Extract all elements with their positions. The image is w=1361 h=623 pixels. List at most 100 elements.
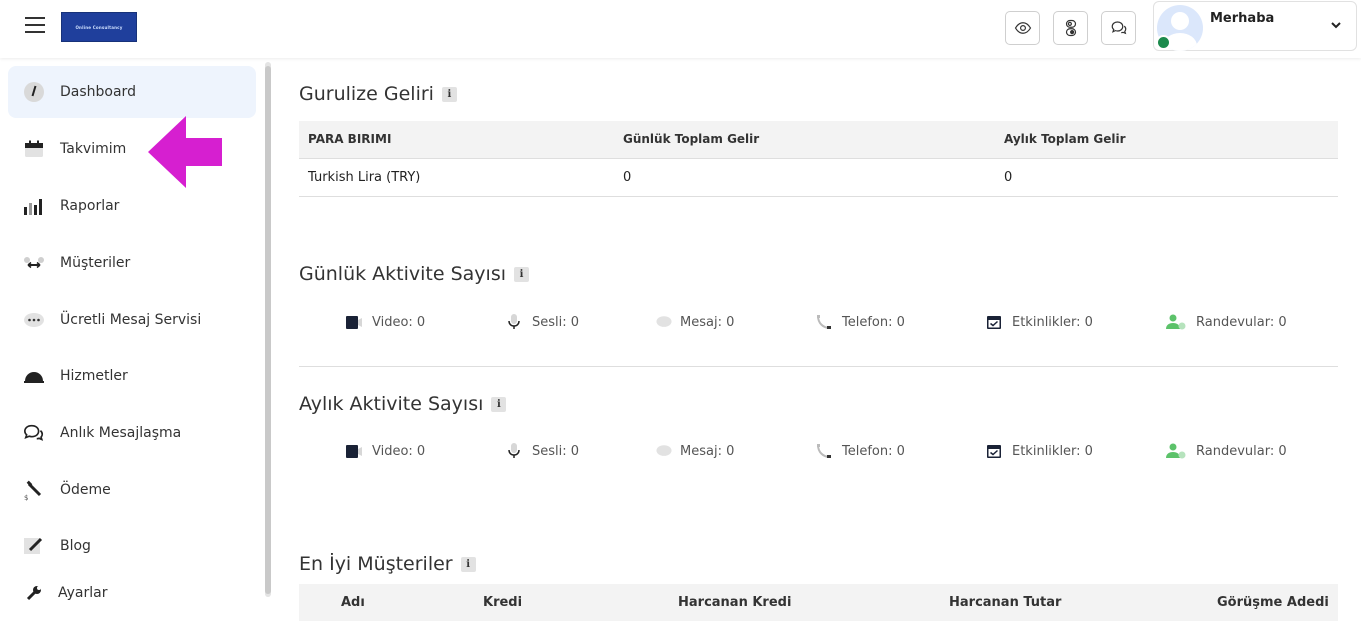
greeting-text: Merhaba — [1210, 11, 1275, 26]
services-icon — [22, 364, 46, 388]
monthly-activity-row: Video: 0 Sesli: 0 Mesaj: 0 Telefon: 0 Et… — [346, 443, 1287, 459]
column-header: Harcanan Tutar — [949, 595, 1062, 610]
message-bubble-icon — [656, 314, 672, 330]
sidebar-item-dashboard[interactable]: Dashboard — [8, 66, 256, 118]
online-status-dot — [1156, 35, 1171, 50]
message-bubble-icon — [656, 443, 672, 459]
chevron-down-icon[interactable] — [1330, 19, 1342, 35]
table-cell: 0 — [995, 158, 1338, 197]
sidebar-item-hizmetler[interactable]: Hizmetler — [8, 350, 256, 402]
section-title-text: Aylık Aktivite Sayısı — [299, 393, 484, 415]
activity-label: Sesli: 0 — [532, 314, 580, 330]
column-header: Adı — [341, 595, 365, 610]
sidebar-item-label: Blog — [60, 538, 91, 554]
instant-chat-icon — [22, 421, 46, 445]
activity-video: Video: 0 — [346, 314, 506, 330]
activity-label: Mesaj: 0 — [680, 314, 735, 330]
activity-mesaj: Mesaj: 0 — [656, 443, 816, 459]
sidebar-item-odeme[interactable]: $ Ödeme — [8, 464, 256, 516]
eye-button[interactable] — [1005, 11, 1040, 45]
activity-randevular: Randevular: 0 — [1166, 443, 1287, 459]
activity-randevular: Randevular: 0 — [1166, 314, 1287, 330]
customers-icon — [22, 251, 46, 275]
scrollbar-thumb[interactable] — [265, 66, 271, 594]
section-title-text: Günlük Aktivite Sayısı — [299, 263, 507, 285]
sidebar-item-label: Raporlar — [60, 198, 120, 214]
revenue-section-title: Gurulize Geliri i — [299, 83, 457, 105]
section-title-text: Gurulize Geliri — [299, 83, 434, 105]
activity-label: Telefon: 0 — [842, 314, 905, 330]
activity-label: Etkinlikler: 0 — [1012, 314, 1093, 330]
activity-etkinlikler: Etkinlikler: 0 — [986, 443, 1166, 459]
column-header: Günlük Toplam Gelir — [614, 121, 995, 159]
activity-label: Video: 0 — [372, 314, 426, 330]
activity-label: Mesaj: 0 — [680, 443, 735, 459]
annotation-arrow — [148, 116, 222, 188]
sidebar-item-blog[interactable]: Blog — [8, 520, 256, 572]
blog-icon — [22, 534, 46, 558]
activity-sesli: Sesli: 0 — [506, 443, 656, 459]
sidebar-item-ucretli-mesaj[interactable]: Ücretli Mesaj Servisi — [8, 294, 256, 346]
monthly-activity-title: Aylık Aktivite Sayısı i — [299, 393, 507, 415]
sidebar-item-label: Ödeme — [60, 482, 111, 498]
sidebar-item-anlik-mesajlasma[interactable]: Anlık Mesajlaşma — [8, 407, 256, 459]
info-icon[interactable]: i — [491, 396, 507, 412]
microphone-icon — [506, 443, 522, 459]
activity-label: Telefon: 0 — [842, 443, 905, 459]
top-bar: Online Consultancy Merhaba — [0, 0, 1361, 58]
calendar-check-icon — [986, 314, 1002, 330]
toggle-icon — [1065, 19, 1076, 37]
logo-text: Online Consultancy — [75, 24, 123, 30]
chat-icon — [1111, 21, 1126, 35]
dashboard-icon — [22, 80, 46, 104]
hamburger-menu-icon[interactable] — [25, 17, 45, 35]
sidebar-item-label: Hizmetler — [60, 368, 128, 384]
sidebar-item-label: Müşteriler — [60, 255, 131, 271]
column-header: PARA BIRIMI — [299, 121, 614, 159]
activity-sesli: Sesli: 0 — [506, 314, 656, 330]
appointment-user-icon — [1166, 314, 1186, 330]
eye-icon — [1014, 22, 1031, 34]
sidebar-item-ayarlar[interactable]: Ayarlar — [8, 568, 256, 618]
activity-label: Video: 0 — [372, 443, 426, 459]
activity-etkinlikler: Etkinlikler: 0 — [986, 314, 1166, 330]
logo[interactable]: Online Consultancy — [61, 12, 137, 42]
chat-button[interactable] — [1101, 11, 1136, 45]
section-title-text: En İyi Müşteriler — [299, 553, 453, 575]
microphone-icon — [506, 314, 522, 330]
column-header: Harcanan Kredi — [678, 595, 792, 610]
sidebar-item-label: Anlık Mesajlaşma — [60, 425, 182, 441]
top-customers-table-header: Adı Kredi Harcanan Kredi Harcanan Tutar … — [299, 584, 1338, 621]
sidebar-item-label: Ayarlar — [58, 585, 108, 601]
daily-activity-title: Günlük Aktivite Sayısı i — [299, 263, 530, 285]
activity-telefon: Telefon: 0 — [816, 443, 986, 459]
video-icon — [346, 443, 362, 459]
toggle-button[interactable] — [1053, 11, 1088, 45]
daily-activity-row: Video: 0 Sesli: 0 Mesaj: 0 Telefon: 0 Et… — [346, 314, 1287, 330]
message-dots-icon — [22, 308, 46, 332]
svg-text:$: $ — [24, 494, 28, 501]
calendar-check-icon — [986, 443, 1002, 459]
column-header: Aylık Toplam Gelir — [995, 121, 1338, 159]
activity-telefon: Telefon: 0 — [816, 314, 986, 330]
info-icon[interactable]: i — [441, 86, 457, 102]
info-icon[interactable]: i — [514, 266, 530, 282]
settings-icon — [22, 581, 46, 605]
bar-chart-icon — [22, 194, 46, 218]
top-customers-title: En İyi Müşteriler i — [299, 553, 476, 575]
column-header: Kredi — [483, 595, 523, 610]
activity-video: Video: 0 — [346, 443, 506, 459]
main-content: Gurulize Geliri i PARA BIRIMI Günlük Top… — [279, 58, 1361, 623]
info-icon[interactable]: i — [460, 556, 476, 572]
table-cell: 0 — [614, 158, 995, 197]
sidebar-scrollbar[interactable] — [265, 62, 271, 597]
sidebar-item-musteriler[interactable]: Müşteriler — [8, 237, 256, 289]
user-menu[interactable]: Merhaba — [1153, 1, 1357, 51]
sidebar-item-label: Dashboard — [60, 84, 136, 100]
column-header: Görüşme Adedi — [1217, 595, 1329, 610]
revenue-table: PARA BIRIMI Günlük Toplam Gelir Aylık To… — [299, 121, 1338, 197]
sidebar-item-label: Ücretli Mesaj Servisi — [60, 312, 202, 328]
activity-label: Randevular: 0 — [1196, 443, 1287, 459]
activity-mesaj: Mesaj: 0 — [656, 314, 816, 330]
table-header-row: PARA BIRIMI Günlük Toplam Gelir Aylık To… — [299, 121, 1338, 159]
